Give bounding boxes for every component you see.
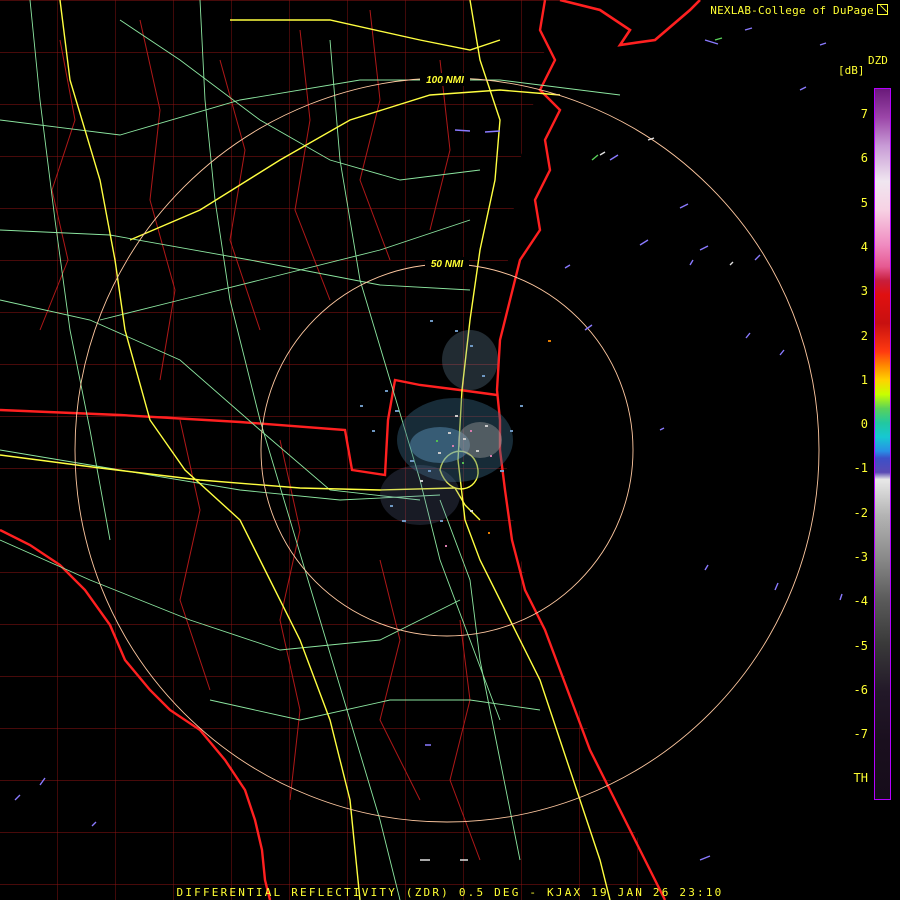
legend-tick: 3 (860, 284, 868, 299)
range-label-100nmi: 100 NMI (426, 75, 464, 86)
legend-tick: 2 (860, 328, 868, 343)
legend-tick: -1 (853, 461, 868, 476)
legend-tick: 0 (860, 417, 868, 432)
legend-tick: 1 (860, 372, 868, 387)
legend-product: DZD (868, 54, 888, 67)
legend-tick: -2 (853, 505, 868, 520)
radar-map: 100 NMI 50 NMI (0, 0, 843, 900)
credit-label: NEXLAB-College of DuPage (710, 4, 888, 17)
legend-tick: TH (853, 771, 868, 785)
legend-color-bar (874, 88, 891, 800)
product-caption: DIFFERENTIAL REFLECTIVITY (ZDR) 0.5 DEG … (176, 886, 724, 899)
legend-unit: [dB] (838, 64, 865, 77)
legend-tick: -5 (853, 638, 868, 653)
credit-text: NEXLAB-College of DuPage (710, 4, 874, 17)
legend-tick: -4 (853, 594, 868, 609)
legend-tick: 4 (860, 239, 868, 254)
coastline-north-inlets (559, 0, 701, 47)
legend-tick: 6 (860, 151, 868, 166)
legend-tick: -7 (853, 727, 868, 742)
legend-tick: 5 (860, 195, 868, 210)
range-label-50nmi: 50 NMI (431, 259, 463, 270)
legend-tick: -3 (853, 550, 868, 564)
external-link-icon[interactable] (877, 4, 888, 15)
legend-tick: 7 (860, 107, 868, 121)
legend-tick: -6 (853, 682, 868, 697)
color-legend: DZD [dB] 7 6 5 4 3 2 1 0 -1 -2 -3 -4 -5 -6 -7 TH (838, 54, 898, 804)
